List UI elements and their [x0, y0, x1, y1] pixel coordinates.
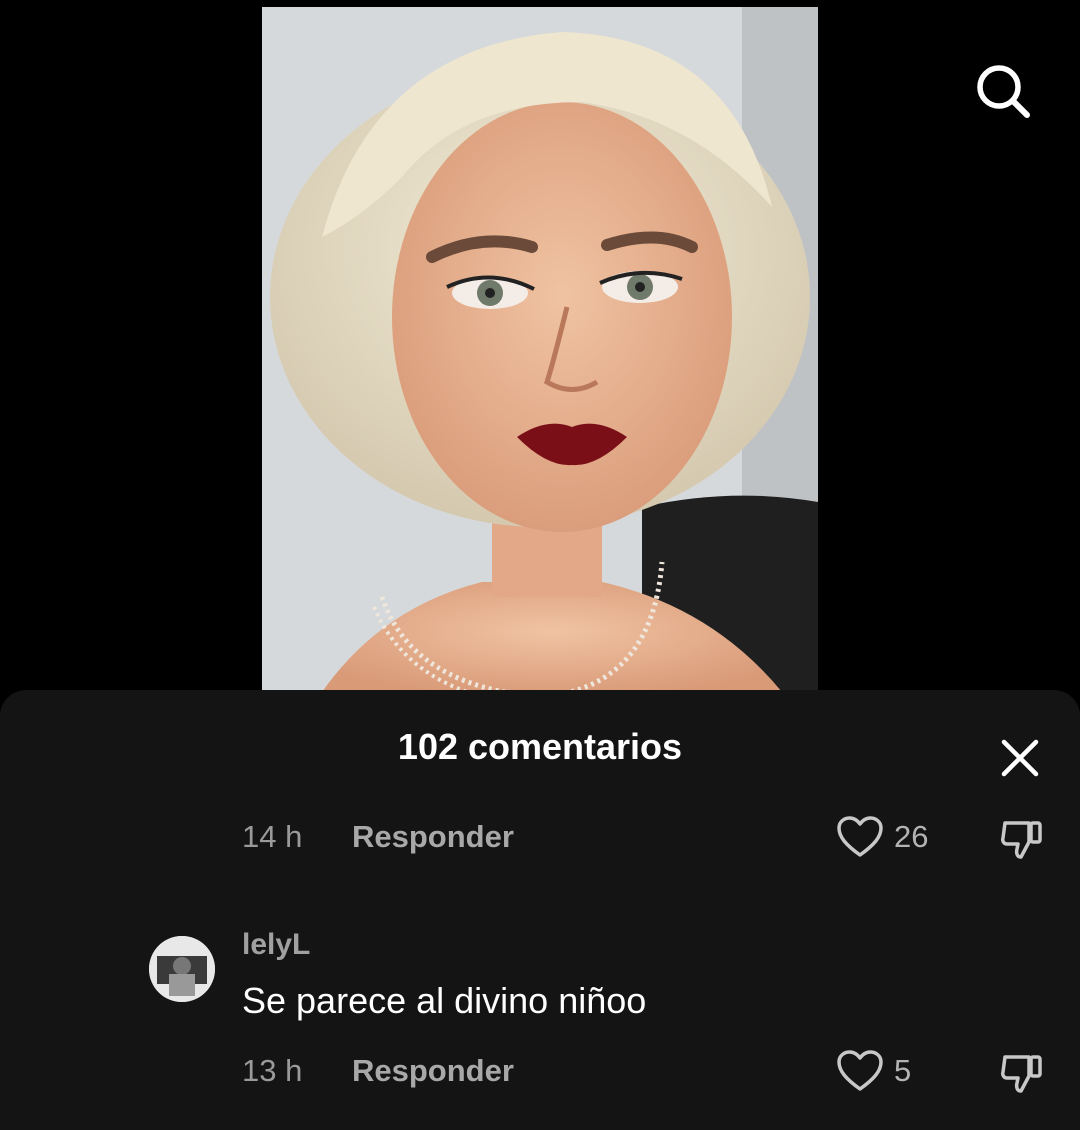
like-button[interactable]: 5 [836, 1046, 911, 1096]
like-count: 5 [894, 1053, 912, 1088]
comment-time: 14 h [242, 819, 303, 854]
video-illustration [262, 7, 818, 692]
like-count: 26 [894, 819, 929, 854]
search-button[interactable] [968, 56, 1038, 126]
avatar[interactable] [149, 936, 215, 1002]
comment-time: 13 h [242, 1053, 303, 1088]
reply-button[interactable]: Responder [352, 1053, 514, 1089]
comment-text: Se parece al divino niñoo [242, 980, 647, 1021]
heart-icon [837, 816, 883, 857]
screen: 102 comentarios 14 h Responder 26 lelyL … [0, 0, 1080, 1130]
thumbs-down-icon [1001, 821, 1042, 859]
comments-title: 102 comentarios [397, 726, 683, 767]
heart-icon [837, 1050, 883, 1091]
comment-meta-row: 13 h Responder 5 [242, 1046, 1080, 1096]
thumbs-down-icon [1001, 1055, 1042, 1093]
reply-button[interactable]: Responder [352, 819, 514, 855]
avatar-image [149, 936, 215, 1002]
search-icon [977, 65, 1030, 118]
comments-sheet: 102 comentarios 14 h Responder 26 lelyL … [0, 690, 1080, 1130]
like-button[interactable]: 26 [836, 812, 928, 862]
dislike-button[interactable] [998, 814, 1046, 862]
close-button[interactable] [996, 734, 1044, 782]
comment-meta-row: 14 h Responder 26 [242, 812, 1080, 862]
video-preview[interactable] [262, 7, 818, 692]
dislike-button[interactable] [998, 1048, 1046, 1096]
comment-username[interactable]: lelyL [242, 928, 310, 962]
close-icon [1001, 739, 1039, 777]
